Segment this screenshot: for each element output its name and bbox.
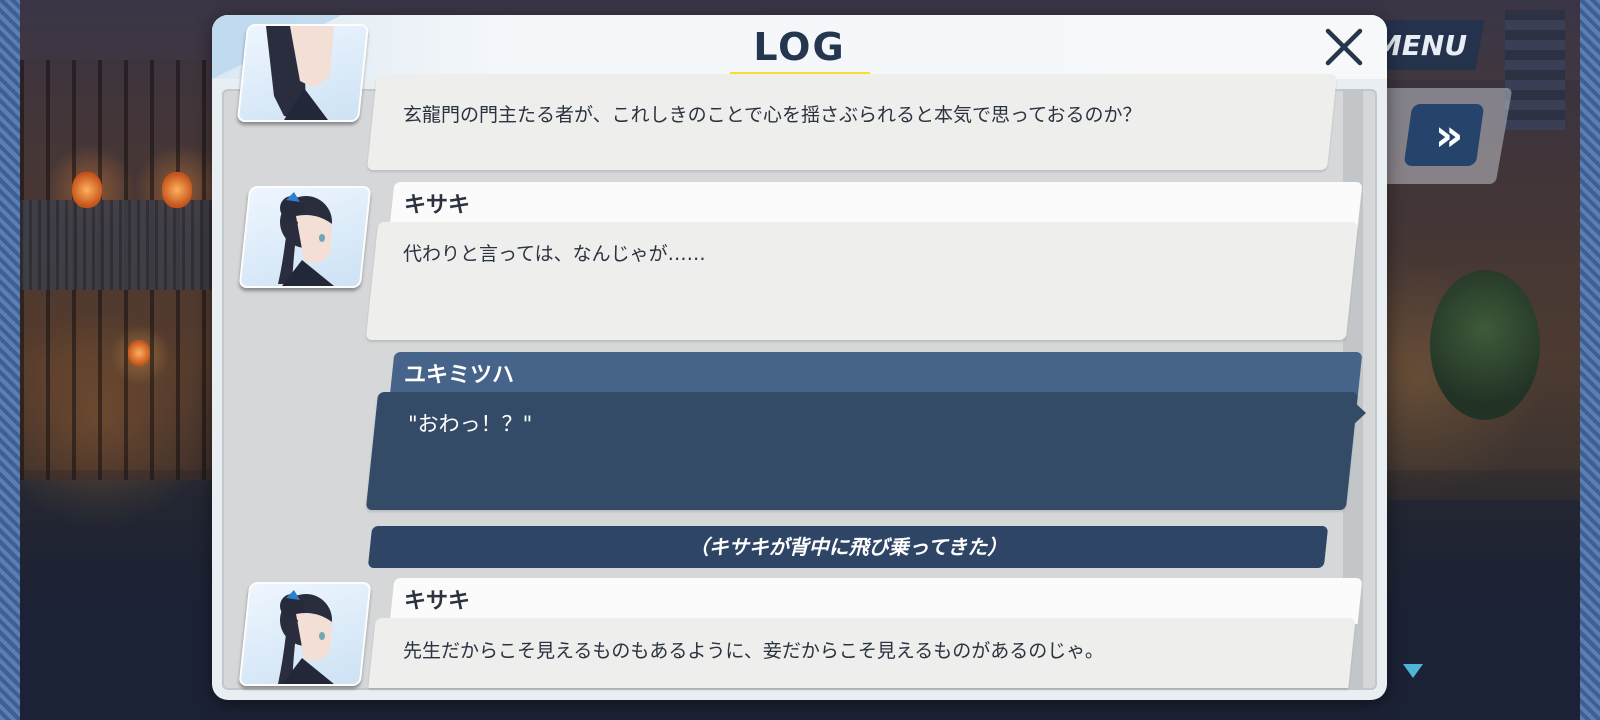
lantern-icon <box>128 340 150 366</box>
frame-stripe-left <box>0 0 20 720</box>
background-tower <box>1505 10 1565 130</box>
fast-forward-icon: » <box>1434 109 1454 161</box>
dialogue-text: 玄龍門の門主たる者が、これしきのことで心を揺さぶられると本気で思っておるのか？ <box>403 104 1142 126</box>
speaker-name: キサキ <box>404 193 471 218</box>
lantern-icon <box>162 172 192 208</box>
dialogue-text: "おわっ！？" <box>408 412 533 436</box>
log-dialog-title: LOG <box>753 25 846 69</box>
kisaki-portrait-icon <box>266 26 334 120</box>
background-roof-left <box>20 200 220 290</box>
speaker-name: キサキ <box>404 589 471 614</box>
lantern-icon <box>72 172 102 208</box>
fast-forward-button[interactable]: » <box>1403 104 1485 166</box>
narration-text: （キサキが背中に飛び乗ってきた） <box>688 535 1008 559</box>
log-dialog-header: LOG <box>212 15 1387 79</box>
kisaki-portrait-icon <box>278 590 334 684</box>
speaker-portrait <box>238 582 372 686</box>
speech-pointer-icon <box>1352 400 1366 426</box>
scroll-down-indicator-icon <box>1403 664 1423 678</box>
background-tree <box>1430 270 1540 420</box>
close-button[interactable] <box>1320 23 1368 71</box>
speaker-name: ユキミツハ <box>404 363 515 388</box>
kisaki-portrait-icon <box>278 192 334 286</box>
frame-stripe-right <box>1580 0 1600 720</box>
dialogue-text: 代わりと言っては、なんじゃが…… <box>403 243 706 265</box>
close-icon <box>1325 28 1363 66</box>
speaker-portrait <box>236 24 370 122</box>
menu-button-label: MENU <box>1374 28 1468 62</box>
speaker-portrait <box>238 186 372 288</box>
dialogue-text: 先生だからこそ見えるものもあるように、妾だからこそ見えるものがあるのじゃ。 <box>403 640 1104 662</box>
